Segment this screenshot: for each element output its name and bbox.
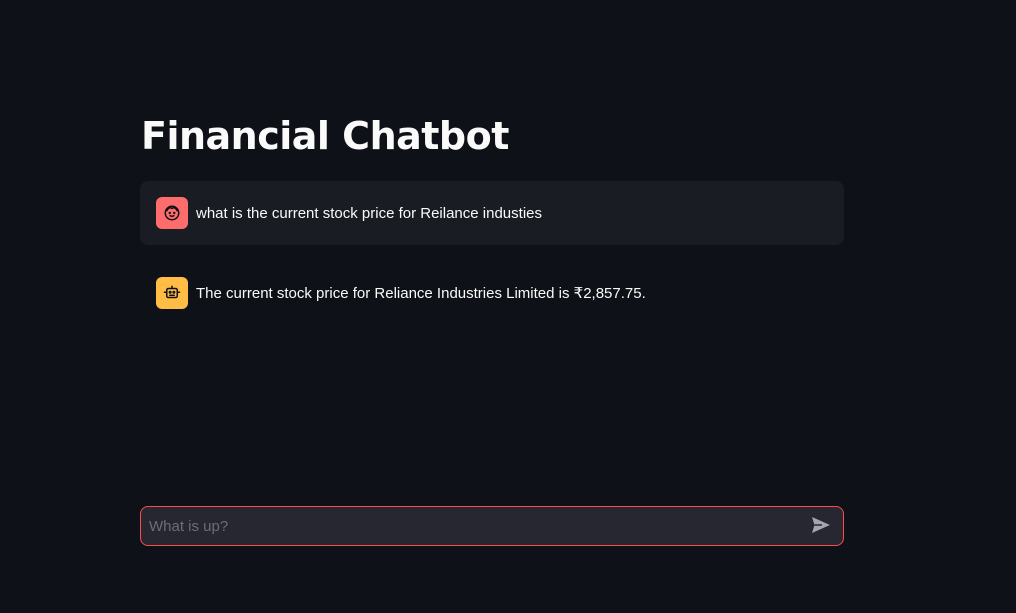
message-text: The current stock price for Reliance Ind… — [196, 285, 646, 302]
send-icon — [811, 516, 831, 537]
chat-input-container — [140, 506, 844, 546]
chat-input[interactable] — [141, 507, 801, 545]
page-title: Financial Chatbot — [141, 114, 509, 158]
chat-message-user: what is the current stock price for Reil… — [140, 181, 844, 245]
user-face-icon — [156, 197, 188, 229]
send-button[interactable] — [801, 507, 841, 545]
message-text: what is the current stock price for Reil… — [196, 204, 542, 222]
app-root: Financial Chatbot what is the current st… — [0, 0, 1016, 613]
robot-icon — [156, 277, 188, 309]
chat-message-assistant: The current stock price for Reliance Ind… — [140, 261, 844, 325]
